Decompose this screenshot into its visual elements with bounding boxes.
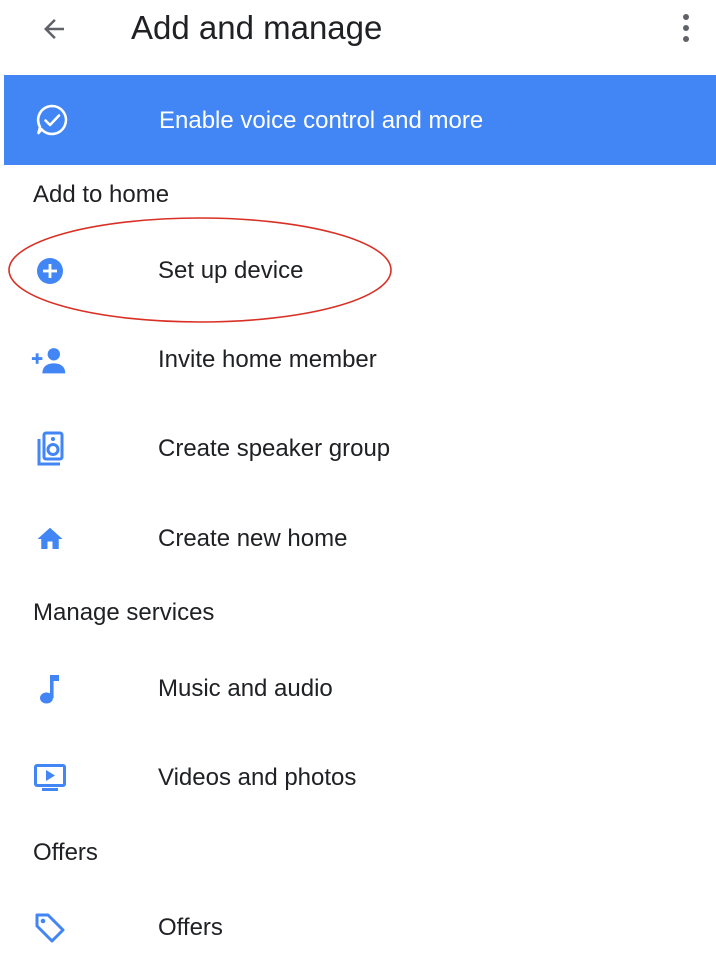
list-item-label: Set up device xyxy=(158,257,304,284)
list-item-invite-home-member[interactable]: Invite home member xyxy=(0,325,716,395)
list-item-label: Create speaker group xyxy=(158,435,391,462)
add-circle-icon xyxy=(30,253,70,289)
list-item-label: Create new home xyxy=(158,525,348,552)
banner-label: Enable voice control and more xyxy=(159,107,484,134)
page-title: Add and manage xyxy=(131,9,383,46)
home-icon xyxy=(30,521,70,557)
list-item-label: Music and audio xyxy=(158,675,333,702)
voice-check-icon xyxy=(36,104,68,136)
overflow-menu-button[interactable] xyxy=(668,8,704,48)
video-display-icon xyxy=(30,760,70,796)
list-item-set-up-device[interactable]: Set up device xyxy=(0,236,716,306)
section-header-add-to-home: Add to home xyxy=(33,181,170,208)
voice-control-banner[interactable]: Enable voice control and more xyxy=(4,75,716,165)
list-item-videos-and-photos[interactable]: Videos and photos xyxy=(0,743,716,813)
section-header-manage-services: Manage services xyxy=(33,599,215,626)
list-item-create-new-home[interactable]: Create new home xyxy=(0,504,716,574)
more-vert-icon xyxy=(683,14,689,42)
list-item-label: Videos and photos xyxy=(158,764,357,791)
person-add-icon xyxy=(30,342,70,378)
list-item-label: Invite home member xyxy=(158,346,377,373)
speaker-group-icon xyxy=(30,431,70,467)
section-header-offers: Offers xyxy=(33,839,98,866)
list-item-label: Offers xyxy=(158,914,223,941)
app-bar: Add and manage xyxy=(0,0,716,60)
list-item-create-speaker-group[interactable]: Create speaker group xyxy=(0,414,716,484)
music-note-icon xyxy=(30,671,70,707)
tag-icon xyxy=(30,910,70,946)
list-item-offers[interactable]: Offers xyxy=(0,893,716,963)
back-button[interactable] xyxy=(34,11,74,47)
list-item-music-and-audio[interactable]: Music and audio xyxy=(0,654,716,724)
arrow-back-icon xyxy=(44,19,64,39)
